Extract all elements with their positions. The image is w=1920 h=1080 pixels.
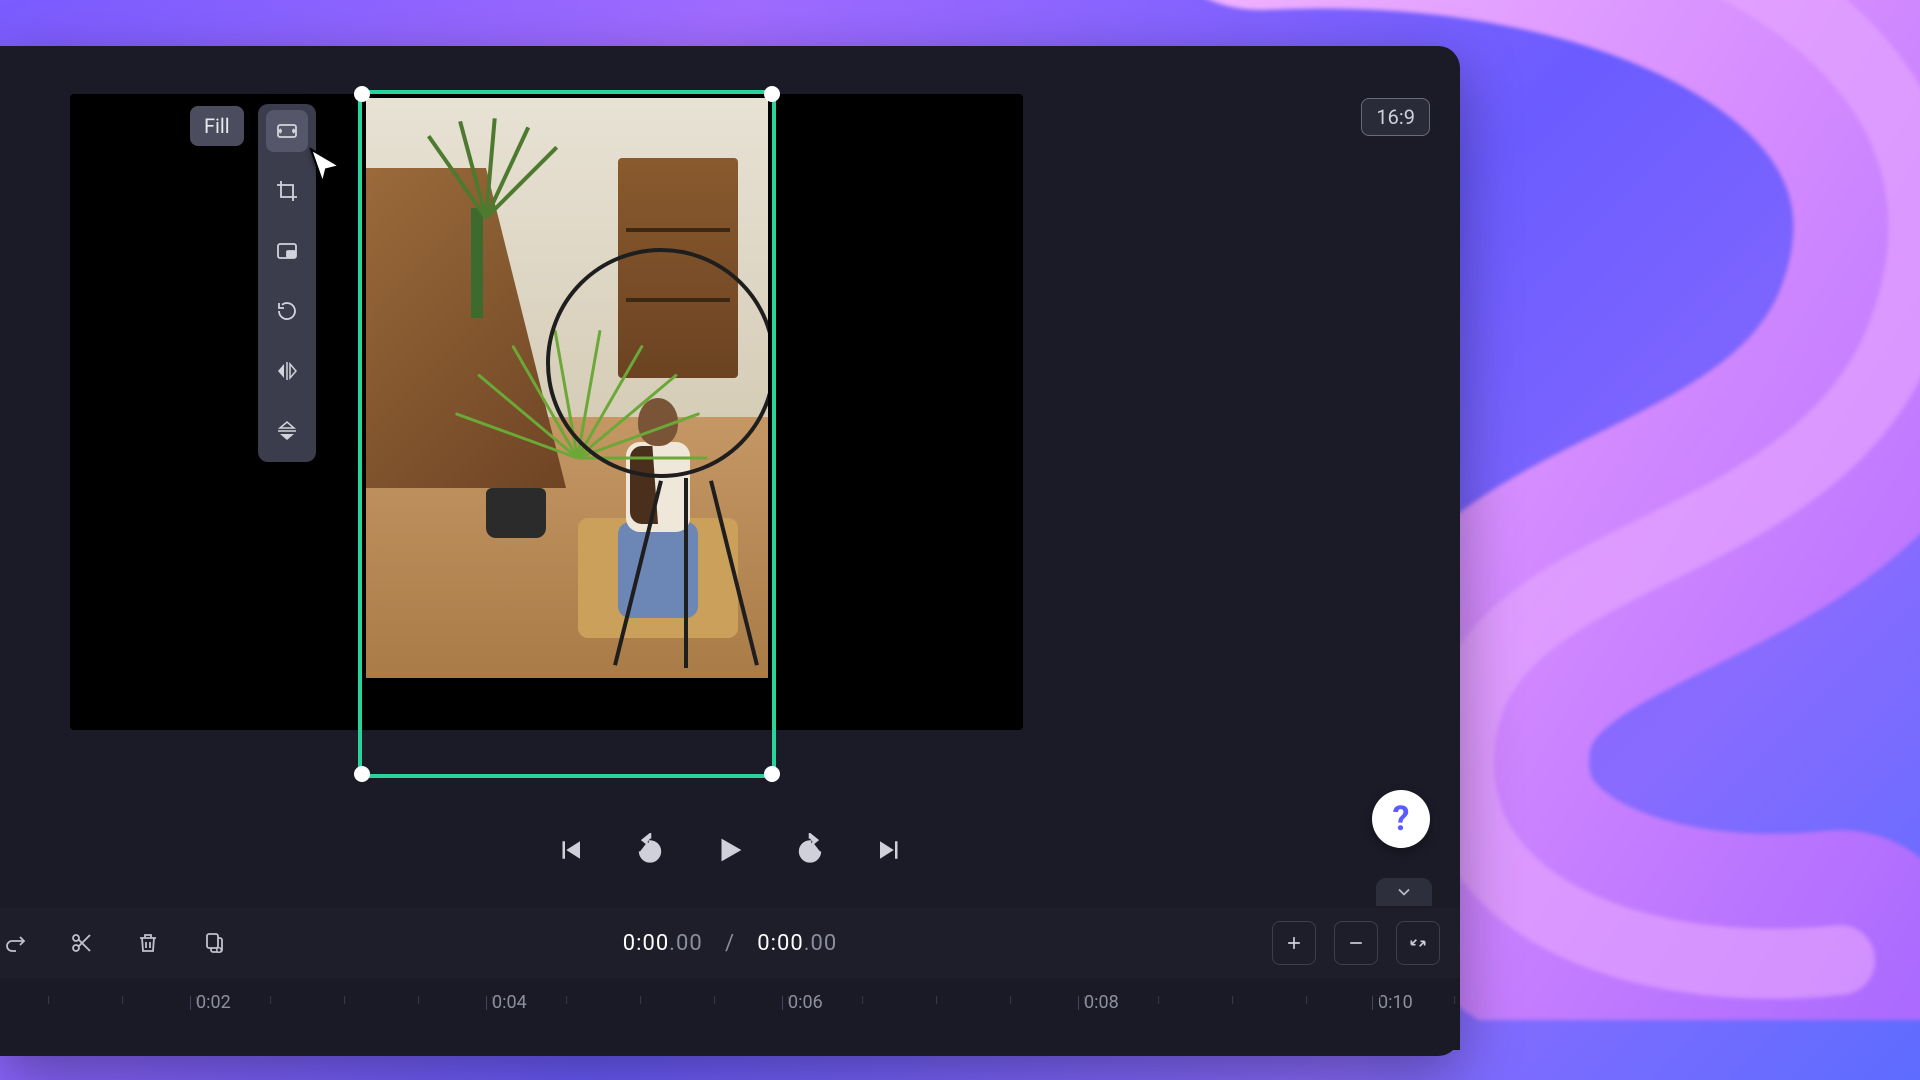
floating-toolbar xyxy=(258,104,316,462)
delete-button[interactable] xyxy=(126,921,170,965)
redo-icon xyxy=(4,931,28,955)
ruler-minor-tick xyxy=(122,996,123,1004)
timeline-ruler[interactable]: 0:02 0:04 0:06 0:08 0:10 xyxy=(0,978,1460,1050)
fill-tooltip: Fill xyxy=(190,106,244,146)
redo-button[interactable] xyxy=(0,921,38,965)
flip-vertical-icon xyxy=(275,419,299,443)
video-editor-window: Fill xyxy=(0,46,1460,1056)
current-time-fraction: .00 xyxy=(669,931,703,956)
zoom-out-button[interactable] xyxy=(1334,921,1378,965)
resize-handle-br[interactable] xyxy=(764,766,780,782)
rotate-button[interactable] xyxy=(266,290,308,332)
ruler-minor-tick xyxy=(196,996,197,1004)
ruler-minor-tick xyxy=(640,996,641,1004)
resize-handle-tl[interactable] xyxy=(354,86,370,102)
ruler-minor-tick xyxy=(492,996,493,1004)
time-separator: / xyxy=(725,931,735,956)
ruler-tick: 0:10 xyxy=(1378,992,1413,1013)
duplicate-button[interactable] xyxy=(192,921,236,965)
resize-handle-bl[interactable] xyxy=(354,766,370,782)
skip-forward-icon: 5 xyxy=(793,833,827,867)
ruler-minor-tick xyxy=(566,996,567,1004)
ruler-minor-tick xyxy=(418,996,419,1004)
go-to-end-button[interactable] xyxy=(870,830,910,870)
flip-horizontal-icon xyxy=(275,359,299,383)
ruler-minor-tick xyxy=(1084,996,1085,1004)
collapse-arrows-icon xyxy=(1408,933,1428,953)
ruler-minor-tick xyxy=(344,996,345,1004)
timeline-toolbar: 0:00.00 / 0:00.00 xyxy=(0,908,1460,978)
scissors-icon xyxy=(70,931,94,955)
skip-back-icon: 5 xyxy=(633,833,667,867)
flip-vertical-button[interactable] xyxy=(266,410,308,452)
ruler-tick: 0:06 xyxy=(788,992,823,1013)
collapse-timeline-button[interactable] xyxy=(1376,878,1432,906)
zoom-in-button[interactable] xyxy=(1272,921,1316,965)
ruler-tick: 0:08 xyxy=(1084,992,1119,1013)
fit-fill-button[interactable] xyxy=(266,110,308,152)
crop-button[interactable] xyxy=(266,170,308,212)
clip-selection-box[interactable] xyxy=(358,90,776,778)
ruler-minor-tick xyxy=(1380,996,1381,1004)
current-time: 0:00 xyxy=(623,931,669,956)
ruler-tick: 0:04 xyxy=(492,992,527,1013)
svg-text:5: 5 xyxy=(647,848,653,859)
rotate-icon xyxy=(275,299,299,323)
play-icon xyxy=(713,833,747,867)
skip-start-icon xyxy=(555,835,585,865)
time-display: 0:00.00 / 0:00.00 xyxy=(623,931,837,956)
pip-icon xyxy=(275,239,299,263)
fit-fill-icon xyxy=(275,119,299,143)
ruler-minor-tick xyxy=(1010,996,1011,1004)
pip-button[interactable] xyxy=(266,230,308,272)
flip-horizontal-button[interactable] xyxy=(266,350,308,392)
plus-icon xyxy=(1284,933,1304,953)
aspect-ratio-button[interactable]: 16:9 xyxy=(1361,98,1430,136)
trash-icon xyxy=(136,931,160,955)
skip-forward-button[interactable]: 5 xyxy=(790,830,830,870)
ruler-minor-tick xyxy=(714,996,715,1004)
crop-icon xyxy=(275,179,299,203)
fit-timeline-button[interactable] xyxy=(1396,921,1440,965)
ruler-minor-tick xyxy=(1306,996,1307,1004)
skip-end-icon xyxy=(875,835,905,865)
minus-icon xyxy=(1346,933,1366,953)
selected-media[interactable] xyxy=(366,98,768,678)
ruler-tick: 0:02 xyxy=(196,992,231,1013)
ruler-minor-tick xyxy=(1158,996,1159,1004)
ruler-minor-tick xyxy=(48,996,49,1004)
split-button[interactable] xyxy=(60,921,104,965)
svg-text:5: 5 xyxy=(807,848,813,859)
ruler-minor-tick xyxy=(936,996,937,1004)
skip-back-button[interactable]: 5 xyxy=(630,830,670,870)
duplicate-icon xyxy=(202,931,226,955)
go-to-start-button[interactable] xyxy=(550,830,590,870)
ruler-minor-tick xyxy=(862,996,863,1004)
play-button[interactable] xyxy=(710,830,750,870)
total-time-fraction: .00 xyxy=(804,931,838,956)
ruler-minor-tick xyxy=(270,996,271,1004)
resize-handle-tr[interactable] xyxy=(764,86,780,102)
ruler-minor-tick xyxy=(1232,996,1233,1004)
transport-controls: 5 5 xyxy=(0,830,1460,870)
ruler-minor-tick xyxy=(788,996,789,1004)
ruler-minor-tick xyxy=(1454,996,1455,1004)
total-time: 0:00 xyxy=(757,931,803,956)
chevron-down-icon xyxy=(1394,882,1414,902)
